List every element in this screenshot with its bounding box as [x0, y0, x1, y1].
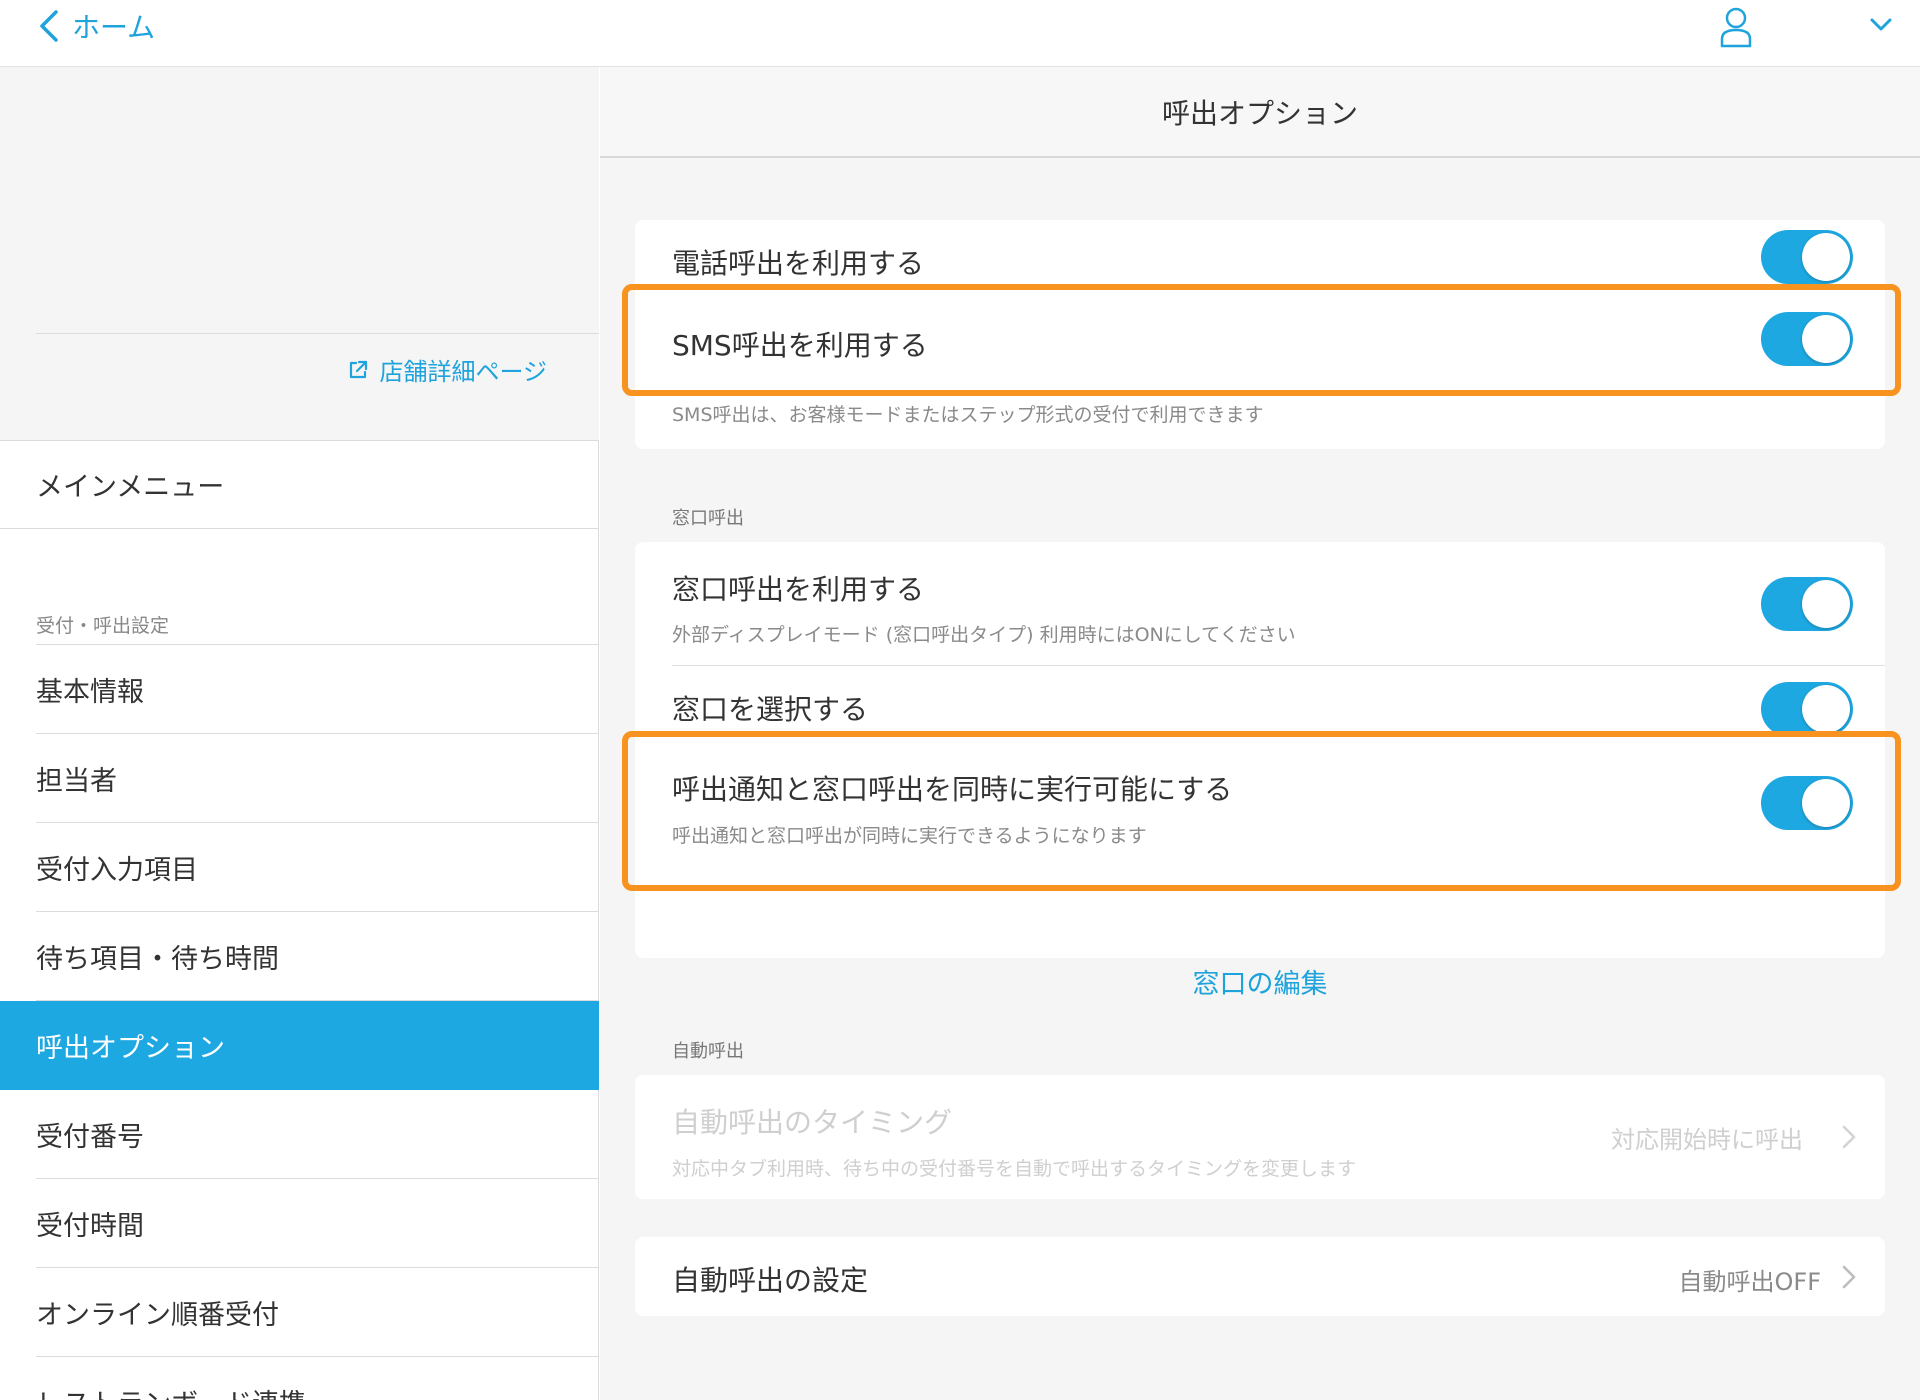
- store-divider: [36, 333, 599, 334]
- simultaneous-toggle[interactable]: [1761, 776, 1853, 830]
- back-button[interactable]: ホーム: [36, 6, 155, 46]
- select-window-toggle[interactable]: [1761, 682, 1853, 736]
- sidebar-item-restaurant-board[interactable]: レストランボード連携: [0, 1357, 599, 1400]
- sms-note: SMS呼出は、お客様モードまたはステップ形式の受付で利用できます: [672, 404, 1264, 426]
- auto-settings-label: 自動呼出の設定: [672, 1264, 869, 1297]
- sidebar-item-call-options[interactable]: 呼出オプション: [0, 1001, 599, 1090]
- sidebar-item-reception-number[interactable]: 受付番号: [0, 1090, 599, 1179]
- chevron-left-icon: [40, 10, 58, 42]
- auto-timing-sub: 対応中タブ利用時、待ち中の受付番号を自動で呼出するタイミングを変更します: [672, 1158, 1357, 1180]
- auto-section-label: 自動呼出: [672, 1041, 744, 1062]
- window-section-label: 窓口呼出: [672, 508, 744, 529]
- user-icon[interactable]: [1719, 6, 1753, 48]
- chevron-right-icon: [1842, 1125, 1856, 1149]
- simultaneous-row: 呼出通知と窓口呼出を同時に実行可能にする 呼出通知と窓口呼出が同時に実行できるよ…: [635, 730, 1885, 876]
- use-window-sub: 外部ディスプレイモード (窓口呼出タイプ) 利用時にはONにしてください: [672, 624, 1296, 646]
- store-detail-label: 店舗詳細ページ: [379, 358, 547, 386]
- select-window-row: 窓口を選択する: [635, 666, 1885, 736]
- sidebar-item-input-fields[interactable]: 受付入力項目: [0, 823, 599, 912]
- chevron-down-icon[interactable]: [1868, 13, 1894, 35]
- page-title: 呼出オプション: [600, 67, 1920, 158]
- simultaneous-sub: 呼出通知と窓口呼出が同時に実行できるようになります: [672, 825, 1147, 847]
- auto-settings-card[interactable]: 自動呼出の設定 自動呼出OFF: [635, 1237, 1885, 1316]
- use-window-toggle[interactable]: [1761, 577, 1853, 631]
- external-link-icon: [350, 360, 368, 378]
- sidebar-item-wait-items[interactable]: 待ち項目・待ち時間: [0, 912, 599, 1001]
- edit-window-link[interactable]: 窓口の編集: [635, 962, 1885, 1001]
- sidebar-item-basic-info[interactable]: 基本情報: [0, 644, 599, 734]
- sidebar-item-main-menu[interactable]: メインメニュー: [0, 441, 599, 529]
- simultaneous-label: 呼出通知と窓口呼出を同時に実行可能にする: [672, 773, 1233, 806]
- sidebar-list: 基本情報 担当者 受付入力項目 待ち項目・待ち時間 呼出オプション 受付番号 受…: [0, 644, 599, 1400]
- back-label: ホーム: [72, 11, 156, 44]
- main-panel: 呼出オプション 電話呼出を利用する SMS呼出を利用する SMS呼出は、お客様モ…: [600, 67, 1920, 1400]
- sms-call-toggle[interactable]: [1761, 312, 1853, 366]
- auto-timing-label: 自動呼出のタイミング: [672, 1106, 953, 1139]
- auto-timing-card: 自動呼出のタイミング 対応中タブ利用時、待ち中の受付番号を自動で呼出するタイミン…: [635, 1075, 1885, 1199]
- select-window-label: 窓口を選択する: [672, 693, 869, 726]
- sidebar-item-reception-hours[interactable]: 受付時間: [0, 1179, 599, 1268]
- sidebar-item-staff[interactable]: 担当者: [0, 734, 599, 823]
- store-info-box: 店舗詳細ページ: [0, 67, 599, 441]
- phone-call-label: 電話呼出を利用する: [672, 247, 925, 280]
- auto-timing-value: 対応開始時に呼出: [1611, 1126, 1803, 1154]
- phone-call-toggle[interactable]: [1761, 230, 1853, 284]
- use-window-label: 窓口呼出を利用する: [672, 573, 925, 606]
- use-window-row: 窓口呼出を利用する 外部ディスプレイモード (窓口呼出タイプ) 利用時にはONに…: [635, 542, 1885, 666]
- phone-call-row: 電話呼出を利用する: [635, 220, 1885, 298]
- sidebar-item-online-queue[interactable]: オンライン順番受付: [0, 1268, 599, 1357]
- sidebar: 店舗詳細ページ メインメニュー 受付・呼出設定 基本情報 担当者 受付入力項目 …: [0, 67, 599, 1400]
- top-bar: ホーム: [0, 0, 1920, 67]
- chevron-right-icon: [1842, 1265, 1856, 1289]
- sidebar-section-label: 受付・呼出設定: [36, 615, 170, 637]
- auto-settings-value: 自動呼出OFF: [1678, 1268, 1822, 1296]
- sms-call-label: SMS呼出を利用する: [672, 329, 928, 362]
- window-call-card: 窓口呼出を利用する 外部ディスプレイモード (窓口呼出タイプ) 利用時にはONに…: [635, 542, 1885, 1000]
- store-detail-link[interactable]: 店舗詳細ページ: [347, 352, 547, 387]
